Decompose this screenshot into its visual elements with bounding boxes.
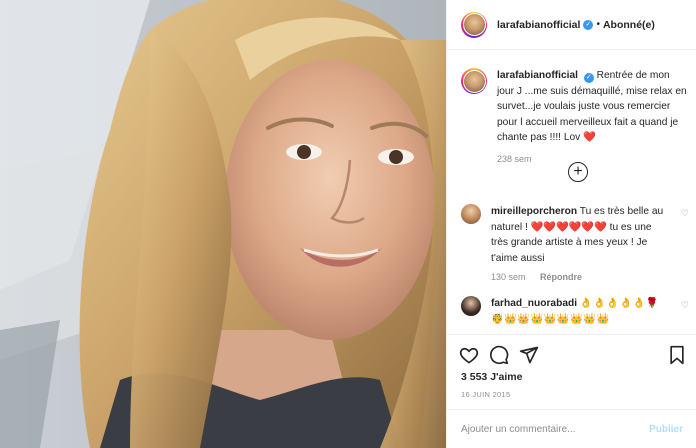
comment-username[interactable]: mireilleporcheron bbox=[491, 206, 577, 217]
comment-item: mireilleporcheron Tu es très belle au na… bbox=[461, 204, 689, 282]
post-photo[interactable] bbox=[0, 0, 446, 448]
commenter-avatar[interactable] bbox=[461, 296, 481, 316]
post-side-panel: larafabianofficial ✓ • Abonné(e) larafab… bbox=[446, 0, 696, 448]
load-more-comments-button[interactable]: + bbox=[568, 162, 588, 182]
action-icons-row bbox=[459, 345, 687, 365]
author-avatar[interactable] bbox=[461, 11, 487, 38]
comment-bubble-icon[interactable] bbox=[489, 345, 509, 365]
likes-count[interactable]: 3 553 J'aime bbox=[461, 371, 522, 383]
post-actions-section: 3 553 J'aime 16 JUIN 2015 Publier bbox=[447, 334, 696, 448]
comment-input[interactable] bbox=[461, 424, 641, 435]
selfie-illustration bbox=[0, 0, 446, 448]
reply-button[interactable]: Répondre bbox=[540, 272, 582, 282]
save-bookmark-icon[interactable] bbox=[667, 345, 687, 365]
caption-verified-badge-icon: ✓ bbox=[583, 73, 594, 83]
follow-status-button[interactable]: Abonné(e) bbox=[603, 19, 655, 31]
add-comment-bar: Publier bbox=[447, 409, 696, 448]
author-username[interactable]: larafabianofficial bbox=[497, 19, 580, 31]
comment-item: farhad_nuorabadi 👌👌👌👌👌🌹🤴👑👑👑👑👑👑👑👑 ♡ bbox=[461, 296, 689, 327]
caption-author-avatar[interactable] bbox=[461, 68, 487, 94]
caption-heart-emoji: ❤️ bbox=[583, 132, 596, 143]
comment-hearts-emoji: ❤️❤️❤️❤️❤️❤️ bbox=[530, 221, 607, 233]
share-paper-plane-icon[interactable] bbox=[519, 345, 539, 365]
verified-badge-icon: ✓ bbox=[583, 19, 594, 30]
comment-username[interactable]: farhad_nuorabadi bbox=[491, 298, 577, 309]
commenter-avatar[interactable] bbox=[461, 204, 481, 224]
like-comment-heart-icon[interactable]: ♡ bbox=[681, 300, 689, 311]
caption-username[interactable]: larafabianofficial bbox=[497, 70, 578, 81]
separator-dot: • bbox=[596, 19, 600, 30]
publish-button[interactable]: Publier bbox=[649, 424, 683, 435]
comment-timestamp[interactable]: 130 sem bbox=[491, 272, 526, 282]
post-caption: larafabianofficial ✓ Rentrée de mon jour… bbox=[461, 68, 689, 164]
caption-timestamp[interactable]: 238 sem bbox=[497, 154, 687, 164]
like-comment-heart-icon[interactable]: ♡ bbox=[681, 208, 689, 219]
like-heart-icon[interactable] bbox=[459, 345, 479, 365]
plus-circle-icon: + bbox=[573, 163, 583, 180]
post-date[interactable]: 16 JUIN 2015 bbox=[461, 390, 510, 399]
post-header: larafabianofficial ✓ • Abonné(e) bbox=[447, 0, 696, 50]
